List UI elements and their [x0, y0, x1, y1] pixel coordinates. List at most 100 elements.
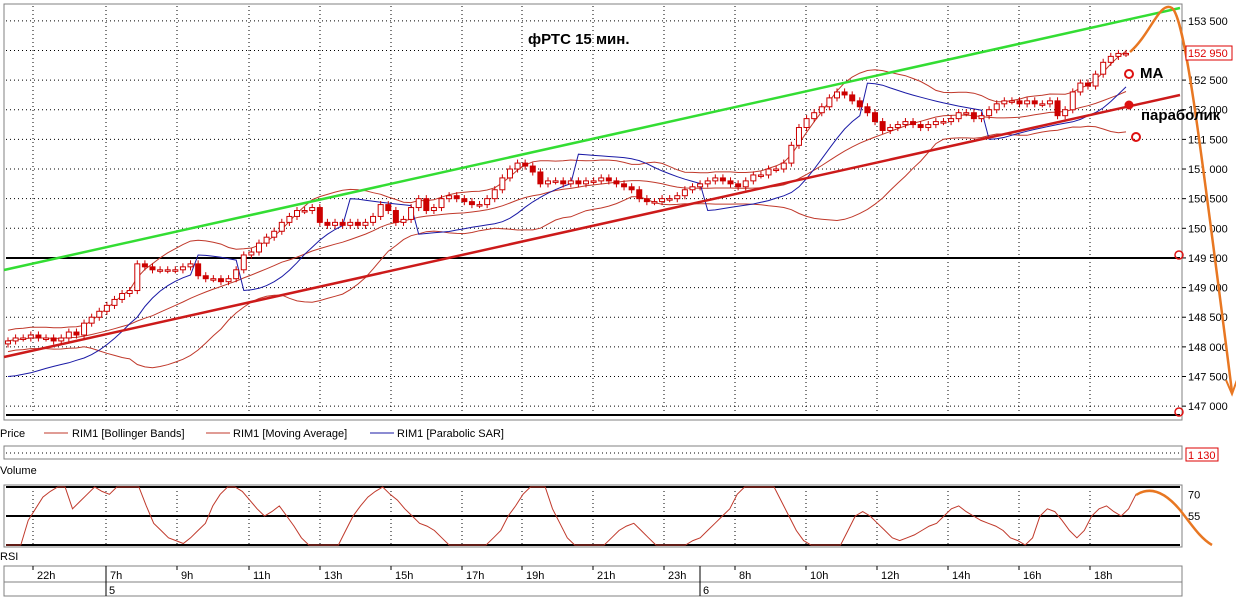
- candle-body: [712, 177, 719, 182]
- candle-body: [636, 189, 643, 200]
- candle: [1107, 52, 1114, 66]
- annotation-ma: МА: [1140, 65, 1163, 82]
- candle-body: [362, 221, 369, 226]
- candle-body: [948, 118, 955, 123]
- candle: [172, 266, 179, 274]
- candle-body: [674, 195, 681, 200]
- candle: [332, 218, 339, 229]
- candle-body: [50, 337, 57, 342]
- candle: [423, 195, 430, 215]
- price-tick-label: 149 000: [1188, 283, 1228, 295]
- candle-body: [157, 269, 164, 272]
- time-tick-label: 18h: [1094, 570, 1112, 582]
- candle: [263, 233, 270, 247]
- candle: [1123, 49, 1129, 57]
- candle-body: [1062, 109, 1069, 117]
- candle: [134, 260, 141, 295]
- annotation-parabolic: параболик: [1141, 107, 1221, 124]
- candle: [1054, 97, 1061, 120]
- candle-body: [453, 195, 460, 200]
- candle-body: [795, 127, 802, 146]
- candle-body: [506, 168, 513, 179]
- candle-body: [522, 162, 529, 167]
- candle-body: [856, 100, 863, 108]
- candle-body: [339, 221, 346, 226]
- price-tick-label: 153 500: [1188, 16, 1228, 28]
- time-tick-label: 22h: [37, 570, 55, 582]
- candle-body: [818, 106, 825, 114]
- candle: [446, 192, 453, 203]
- candle-body: [963, 112, 970, 115]
- candle: [1069, 88, 1076, 114]
- candle-body: [811, 112, 818, 120]
- candle-body: [1084, 82, 1091, 87]
- candle-body: [43, 337, 50, 340]
- legend-volume: Volume: [0, 465, 37, 477]
- candle-body: [58, 337, 65, 342]
- candle: [217, 275, 224, 286]
- candle-body: [940, 121, 947, 124]
- candle-body: [81, 322, 88, 336]
- candle-body: [757, 174, 764, 177]
- candle: [195, 260, 202, 280]
- candle: [179, 263, 186, 274]
- candle: [1008, 97, 1015, 105]
- candle-body: [932, 121, 939, 126]
- time-tick-label: 12h: [881, 570, 899, 582]
- candle-body: [88, 316, 95, 324]
- candle-body: [1100, 61, 1107, 75]
- candle: [240, 251, 247, 274]
- candle: [735, 180, 742, 191]
- candle: [704, 177, 711, 188]
- candle-body: [96, 310, 103, 318]
- candle: [415, 195, 422, 212]
- price-tick-label: 151 500: [1188, 134, 1228, 146]
- time-tick-label: 13h: [324, 570, 342, 582]
- candle-body: [377, 204, 384, 217]
- candle: [354, 218, 361, 229]
- candle-body: [917, 124, 924, 129]
- candle: [833, 88, 840, 102]
- candle-body: [879, 121, 886, 131]
- candle: [757, 171, 764, 179]
- candle-body: [1001, 100, 1008, 105]
- legend-rsi: RSI: [0, 551, 18, 563]
- candle: [255, 239, 262, 256]
- legend-sar: RIM1 [Parabolic SAR]: [397, 428, 504, 440]
- candle-body: [742, 180, 749, 188]
- candle: [1046, 97, 1053, 108]
- candle-body: [240, 254, 247, 271]
- candle-body: [309, 207, 316, 212]
- candle: [225, 275, 232, 286]
- candle-body: [126, 290, 133, 295]
- candle-body: [179, 266, 186, 271]
- price-tick-label: 149 500: [1188, 253, 1228, 265]
- candle: [1100, 58, 1107, 78]
- candle-body: [750, 174, 757, 182]
- candle-body: [1008, 100, 1015, 103]
- candle: [12, 334, 19, 345]
- candle: [590, 177, 597, 185]
- support-trend-line: [3, 93, 1181, 359]
- candle: [529, 162, 536, 176]
- candle: [567, 177, 574, 188]
- candle: [849, 91, 856, 105]
- candle-body: [225, 278, 232, 283]
- time-tick-label: 8h: [739, 570, 751, 582]
- candle-body: [484, 198, 491, 206]
- candle-body: [575, 180, 582, 185]
- candle: [408, 203, 415, 223]
- candle: [5, 337, 11, 348]
- candle: [643, 195, 650, 206]
- candle-body: [316, 207, 323, 223]
- candle: [978, 112, 985, 123]
- candle-body: [408, 207, 415, 220]
- candle-body: [392, 210, 399, 223]
- candle: [750, 171, 757, 185]
- candle-body: [621, 183, 628, 188]
- candle: [598, 174, 605, 185]
- candle: [430, 203, 437, 215]
- candle: [27, 331, 34, 342]
- candle-body: [590, 180, 597, 183]
- time-tick-label: 11h: [253, 570, 271, 582]
